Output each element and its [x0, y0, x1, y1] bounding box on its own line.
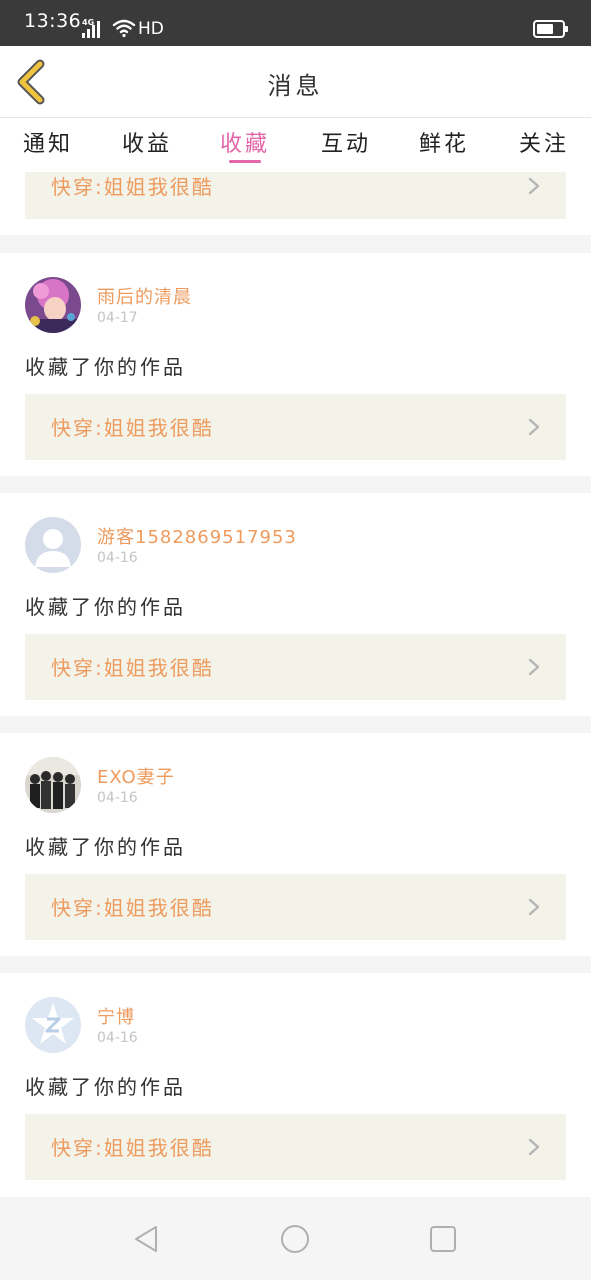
message-card: EXO妻子 04-16 收藏了你的作品 快穿:姐姐我很酷: [0, 733, 591, 956]
active-tab-indicator: [229, 160, 261, 163]
message-card: 宁博 04-16 收藏了你的作品 快穿:姐姐我很酷: [0, 973, 591, 1197]
message-text: 收藏了你的作品: [25, 595, 186, 619]
group-photo-avatar[interactable]: [25, 757, 81, 813]
work-title: 快穿:姐姐我很酷: [51, 896, 214, 920]
username[interactable]: EXO妻子: [97, 763, 175, 789]
message-text: 收藏了你的作品: [25, 355, 186, 379]
status-bar: 13:36 4G HD: [0, 0, 591, 46]
tab-bar: 通知 收益 收藏 互动 鲜花 关注: [0, 118, 591, 172]
battery-level: [537, 24, 553, 34]
work-link[interactable]: 快穿:姐姐我很酷: [25, 874, 566, 940]
tab-favorites[interactable]: 收藏: [205, 126, 285, 158]
message-date: 04-17: [97, 310, 138, 326]
square-recents-icon[interactable]: [428, 1224, 458, 1254]
header: 消息: [0, 46, 591, 118]
work-link[interactable]: 快穿:姐姐我很酷: [25, 394, 566, 460]
default-user-avatar[interactable]: [25, 517, 81, 573]
work-title: 快穿:姐姐我很酷: [51, 656, 214, 680]
username[interactable]: 雨后的清晨: [97, 283, 192, 309]
tab-notifications[interactable]: 通知: [8, 126, 88, 158]
message-date: 04-16: [97, 550, 138, 566]
system-nav-bar: [0, 1197, 591, 1280]
battery-icon: [533, 20, 568, 38]
message-card: 快穿:姐姐我很酷: [0, 172, 591, 235]
message-date: 04-16: [97, 1030, 138, 1046]
hd-label: HD: [138, 19, 164, 39]
message-text: 收藏了你的作品: [25, 1075, 186, 1099]
chevron-right-icon: [528, 898, 540, 916]
tab-flowers[interactable]: 鲜花: [404, 126, 484, 158]
work-link[interactable]: 快穿:姐姐我很酷: [25, 634, 566, 700]
anime-avatar[interactable]: [25, 277, 81, 333]
message-card: 游客1582869517953 04-16 收藏了你的作品 快穿:姐姐我很酷: [0, 493, 591, 716]
chevron-right-icon: [528, 658, 540, 676]
username[interactable]: 游客1582869517953: [97, 523, 297, 549]
message-date: 04-16: [97, 790, 138, 806]
page-title: 消息: [267, 72, 324, 100]
message-card: 雨后的清晨 04-17 收藏了你的作品 快穿:姐姐我很酷: [0, 253, 591, 476]
qq-logo-avatar[interactable]: [25, 997, 81, 1053]
message-text: 收藏了你的作品: [25, 835, 186, 859]
work-link[interactable]: 快穿:姐姐我很酷: [25, 172, 566, 219]
wifi-icon: [112, 19, 136, 38]
tab-interactions[interactable]: 互动: [306, 126, 386, 158]
work-link[interactable]: 快穿:姐姐我很酷: [25, 1114, 566, 1180]
tab-earnings[interactable]: 收益: [107, 126, 187, 158]
message-list[interactable]: 快穿:姐姐我很酷 雨后的清晨 04-17 收藏了你的作品 快穿:姐姐我很酷 游客…: [0, 172, 591, 1197]
work-title: 快穿:姐姐我很酷: [51, 416, 214, 440]
triangle-back-icon[interactable]: [132, 1224, 162, 1254]
work-title: 快穿:姐姐我很酷: [51, 175, 214, 199]
chevron-right-icon: [528, 1138, 540, 1156]
chevron-right-icon: [528, 177, 540, 195]
network-type-label: 4G: [82, 18, 95, 27]
work-title: 快穿:姐姐我很酷: [51, 1136, 214, 1160]
circle-home-icon[interactable]: [280, 1224, 310, 1254]
status-time: 13:36: [24, 10, 82, 32]
username[interactable]: 宁博: [97, 1003, 135, 1029]
chevron-right-icon: [528, 418, 540, 436]
tab-follows[interactable]: 关注: [504, 126, 584, 158]
